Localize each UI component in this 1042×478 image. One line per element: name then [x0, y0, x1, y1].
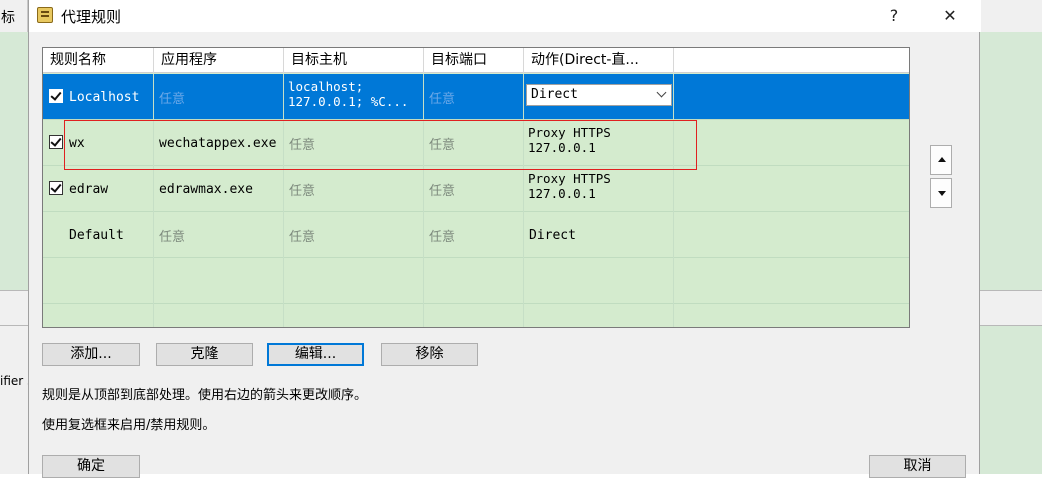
- rule-name-cell: Default: [43, 212, 154, 258]
- rule-name-cell: edraw: [43, 166, 154, 212]
- application-cell: 任意: [154, 74, 284, 120]
- application-cell: 任意: [154, 212, 284, 258]
- target-port-cell: 任意: [424, 212, 524, 258]
- background-app-left-panel: ifier 3: [0, 326, 35, 474]
- rule-enabled-checkbox[interactable]: [49, 135, 63, 149]
- table-row-edraw[interactable]: edraw edrawmax.exe 任意 任意 Proxy HTTPS 127.…: [43, 166, 909, 212]
- rule-enabled-checkbox[interactable]: [49, 89, 63, 103]
- background-app-right-header: [980, 0, 1042, 32]
- add-button[interactable]: 添加...: [42, 343, 140, 366]
- table-row-default[interactable]: Default 任意 任意 任意 Direct: [43, 212, 909, 258]
- arrow-up-icon: [938, 157, 946, 162]
- rule-enabled-checkbox[interactable]: [49, 181, 63, 195]
- column-header-application[interactable]: 应用程序: [154, 48, 284, 73]
- help-button[interactable]: ?: [871, 0, 917, 32]
- ok-button[interactable]: 确定: [42, 455, 140, 478]
- arrow-down-icon: [938, 191, 946, 196]
- target-port-cell: 任意: [424, 166, 524, 212]
- target-port-cell: 任意: [424, 74, 524, 120]
- background-app-right: [980, 0, 1042, 474]
- column-header-target-host[interactable]: 目标主机: [284, 48, 424, 73]
- order-hint-text: 规则是从顶部到底部处理。使用右边的箭头来更改顺序。: [42, 388, 368, 403]
- rules-list-header: 规则名称 应用程序 目标主机 目标端口 动作(Direct-直...: [43, 48, 909, 73]
- close-button[interactable]: ✕: [927, 0, 973, 32]
- column-header-target-port[interactable]: 目标端口: [424, 48, 524, 73]
- proxy-rules-dialog: 代理规则 ? ✕ 规则名称 应用程序 目标主机 目标端口 动作(Direct-直…: [28, 0, 981, 478]
- background-app-left-header: 标: [0, 0, 28, 32]
- background-app-right-band: [980, 290, 1042, 326]
- clone-button[interactable]: 克隆: [156, 343, 253, 366]
- rules-list[interactable]: 规则名称 应用程序 目标主机 目标端口 动作(Direct-直... Local…: [42, 47, 910, 328]
- column-header-rule-name[interactable]: 规则名称: [43, 48, 154, 73]
- rule-name-cell: Localhost: [43, 74, 154, 120]
- cancel-button[interactable]: 取消: [869, 455, 966, 478]
- action-cell: Direct: [524, 212, 674, 258]
- chevron-down-icon: [656, 87, 667, 98]
- action-cell: Direct: [524, 74, 674, 120]
- target-host-cell: localhost; 127.0.0.1; %C...: [284, 74, 424, 120]
- background-app-left-band: [0, 290, 28, 326]
- checkbox-hint-text: 使用复选框来启用/禁用规则。: [42, 418, 216, 433]
- app-icon: [37, 7, 53, 23]
- target-host-cell: 任意: [284, 212, 424, 258]
- table-row-localhost[interactable]: Localhost 任意 localhost; 127.0.0.1; %C... …: [43, 74, 909, 120]
- action-dropdown[interactable]: Direct: [526, 84, 672, 106]
- dialog-title: 代理规则: [61, 8, 122, 26]
- title-bar[interactable]: 代理规则 ? ✕: [29, 0, 981, 32]
- highlight-box: [64, 120, 697, 170]
- remove-button[interactable]: 移除: [381, 343, 478, 366]
- empty-row: [43, 258, 909, 304]
- column-header-action[interactable]: 动作(Direct-直...: [524, 48, 674, 73]
- application-cell: edrawmax.exe: [154, 166, 284, 212]
- action-cell: Proxy HTTPS 127.0.0.1: [524, 166, 674, 212]
- edit-button[interactable]: 编辑...: [267, 343, 364, 366]
- empty-row: [43, 304, 909, 327]
- move-down-button[interactable]: [930, 178, 952, 208]
- target-host-cell: 任意: [284, 166, 424, 212]
- move-up-button[interactable]: [930, 145, 952, 175]
